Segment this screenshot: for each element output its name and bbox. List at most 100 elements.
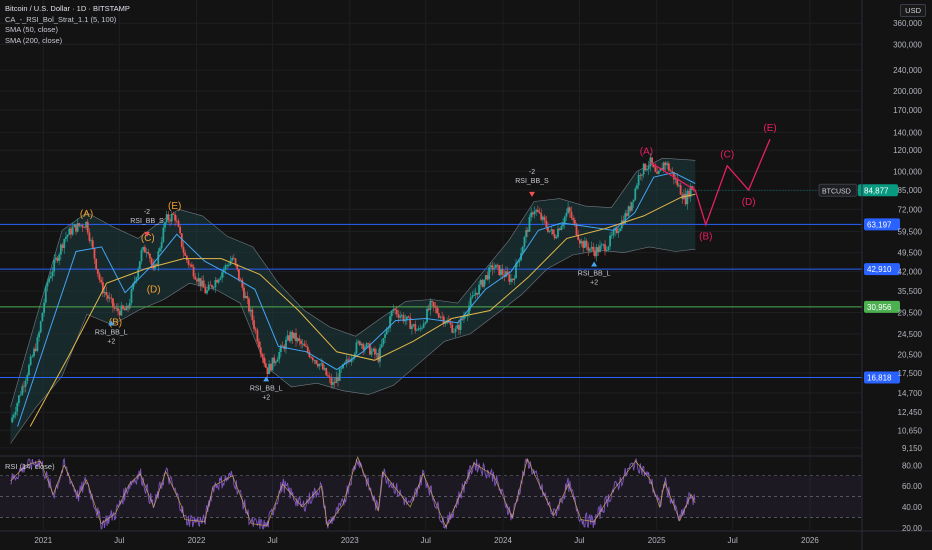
candle-body: [511, 278, 514, 281]
candle-body: [318, 363, 321, 367]
candle-body: [113, 306, 116, 309]
indicator-sma50[interactable]: SMA (50, close): [5, 25, 130, 36]
rsi-indicator-label[interactable]: RSI (14, close): [5, 462, 55, 471]
candle-body: [58, 254, 61, 261]
candle-body: [461, 318, 464, 320]
chart-legend: Bitcoin / U.S. Dollar · 1D · BITSTAMP CA…: [5, 4, 130, 46]
candle-body: [78, 223, 81, 226]
price-tick-label: 300,000: [893, 40, 922, 49]
candle-body: [451, 324, 454, 333]
wave-label-2021[interactable]: (D): [147, 284, 161, 295]
candle-body: [463, 316, 465, 320]
candle-body: [174, 214, 176, 221]
chart-canvas[interactable]: 63,197 42,910 30,956 16,818 84,877 BTCUSD (A)…: [0, 0, 932, 550]
candle-body: [358, 341, 361, 346]
candle-body: [189, 264, 192, 266]
candle-body: [323, 368, 326, 370]
candle-body: [452, 331, 455, 333]
candle-body: [557, 228, 559, 237]
candle-body: [290, 331, 292, 341]
candle-body: [671, 171, 674, 173]
price-tick-label: 100,000: [893, 167, 922, 176]
candle-body: [599, 245, 601, 253]
candle-body: [594, 251, 596, 257]
time-tick-label: 2021: [34, 536, 52, 545]
price-tick-label: 14,700: [898, 389, 923, 398]
candle-body: [550, 229, 553, 231]
candle-body: [498, 265, 501, 275]
candle-body: [33, 348, 35, 357]
candle-body: [483, 279, 486, 287]
candle-body: [88, 232, 91, 241]
candle-body: [128, 303, 131, 309]
symbol-title[interactable]: Bitcoin / U.S. Dollar · 1D · BITSTAMP: [5, 4, 130, 15]
candle-body: [24, 380, 27, 387]
wave-label-2025[interactable]: (E): [763, 123, 776, 134]
candle-body: [508, 274, 511, 282]
wave-label-2025[interactable]: (C): [720, 150, 734, 161]
candle-body: [328, 376, 331, 378]
candle-body: [122, 305, 124, 309]
candle-body: [587, 246, 590, 251]
signal-label: RSI_BB_S: [130, 218, 164, 225]
candle-body: [303, 343, 306, 347]
wave-label-2021[interactable]: (A): [80, 209, 93, 220]
price-tick-label: 85,000: [898, 186, 923, 195]
indicator-strategy[interactable]: CA_-_RSI_Bol_Strat_1.1 (5, 100): [5, 15, 130, 26]
rsi-tick-label: 80.00: [902, 461, 923, 470]
candle-body: [426, 308, 428, 323]
candle-body: [248, 298, 250, 312]
wave-label-2025[interactable]: (D): [742, 197, 756, 208]
candle-body: [238, 269, 240, 280]
candle-body: [209, 284, 212, 286]
candle-body: [110, 297, 113, 299]
signal-label: RSI_BB_L: [578, 270, 611, 277]
symbol-tag-label: BTCUSD: [822, 188, 851, 195]
candle-body: [11, 417, 14, 423]
candle-body: [338, 368, 341, 381]
wave-label-2025[interactable]: (A): [640, 146, 653, 157]
price-tick-label: 9,150: [902, 444, 923, 453]
candle-body: [190, 264, 193, 267]
price-tick-label: 29,500: [898, 308, 923, 317]
candle-body: [73, 224, 76, 228]
candle-body: [138, 261, 141, 269]
candle-body: [206, 290, 208, 294]
candle-body: [405, 316, 408, 320]
indicator-sma200[interactable]: SMA (200, close): [5, 36, 130, 47]
candle-body: [657, 171, 660, 174]
candle-body: [572, 218, 575, 220]
candle-body: [36, 337, 39, 351]
candle-body: [34, 348, 37, 351]
candle-body: [66, 234, 69, 237]
candle-body: [185, 255, 188, 261]
price-tick-label: 49,500: [898, 249, 923, 258]
price-tick-label: 59,500: [898, 227, 923, 236]
candle-body: [602, 244, 605, 246]
currency-button[interactable]: USD: [900, 4, 926, 17]
candle-body: [407, 316, 410, 318]
candle-body: [637, 175, 640, 186]
candle-body: [264, 363, 267, 368]
candle-body: [609, 235, 611, 247]
candle-body: [199, 278, 202, 287]
candle-body: [305, 346, 307, 347]
candle-body: [80, 225, 82, 227]
candle-body: [54, 257, 57, 260]
candle-body: [145, 252, 148, 253]
candle-body: [125, 305, 128, 311]
candle-body: [112, 298, 114, 307]
candle-body: [184, 252, 187, 256]
candle-body: [86, 221, 89, 233]
candle-body: [531, 212, 534, 215]
candle-body: [273, 357, 276, 364]
wave-label-2025[interactable]: (B): [699, 232, 712, 243]
signal-sub-label: +2: [590, 279, 598, 286]
candle-body: [410, 325, 413, 329]
wave-label-2021[interactable]: (E): [168, 201, 181, 212]
candle-body: [172, 213, 175, 215]
candle-body: [382, 338, 385, 345]
candle-body: [192, 266, 195, 277]
candle-body: [573, 219, 576, 224]
candle-body: [143, 247, 146, 253]
